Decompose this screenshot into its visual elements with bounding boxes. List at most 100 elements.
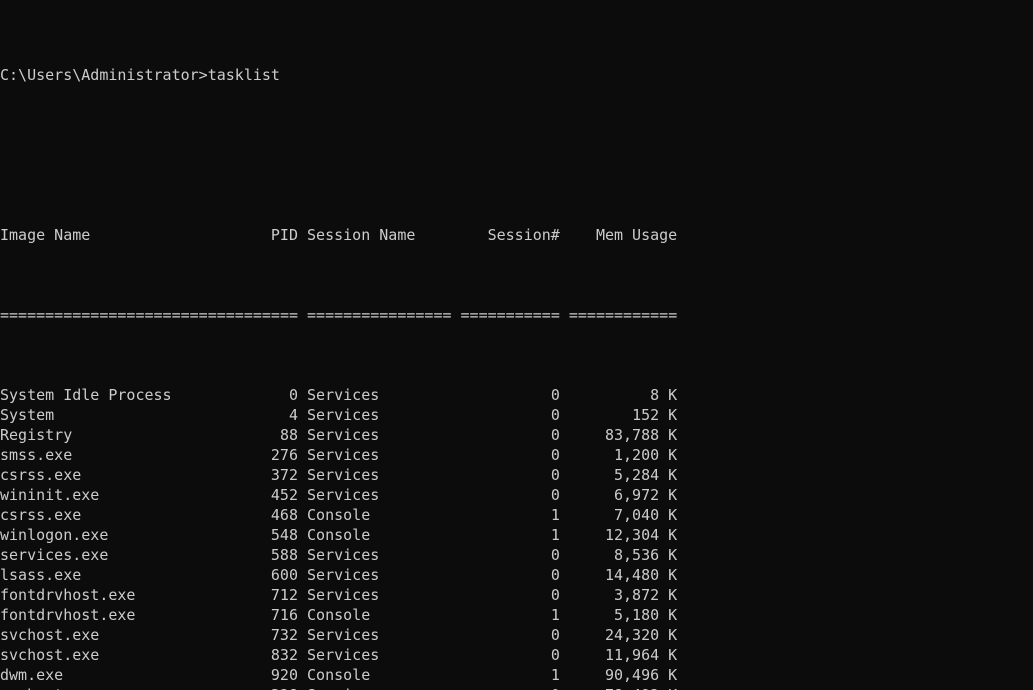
- separator-gap-3: [560, 305, 569, 325]
- cell-mem-usage: 5,284 K: [614, 466, 678, 484]
- cell-session-number: 1: [550, 666, 560, 684]
- table-row: lsass.exe 600 Services 0 14,480 K: [0, 565, 1033, 585]
- header-pid: PID: [270, 226, 298, 244]
- cell-image-name: svchost.exe: [0, 646, 100, 664]
- cell-session-name: Services: [307, 406, 380, 424]
- cell-session-name: Console: [307, 606, 371, 624]
- cell-pid: 600: [270, 566, 298, 584]
- cell-gap-3: [560, 505, 569, 525]
- cell-pid: 328: [226, 685, 298, 690]
- header-mem-usage: Mem Usage: [595, 226, 678, 244]
- cell-gap-2: [452, 625, 461, 645]
- cell-session-name: Services: [307, 386, 380, 404]
- table-row: svchost.exe 832 Services 0 11,964 K: [0, 645, 1033, 665]
- cell-session-name: Services: [307, 446, 380, 464]
- separator-mem-usage: ============: [568, 306, 678, 324]
- cell-gap-2: [452, 425, 461, 445]
- cell-session-number: 0: [550, 486, 560, 504]
- cell-session-name: Services: [307, 566, 380, 584]
- cell-pid: 588: [270, 546, 298, 564]
- cell-pid: 276: [270, 446, 298, 464]
- table-row: svchost.exe328 Services 0 78,492 K: [0, 685, 1033, 690]
- cell-gap-3: [560, 525, 569, 545]
- cell-gap-3: [560, 685, 569, 690]
- cell-image-name: fontdrvhost.exe: [0, 606, 136, 624]
- cell-mem-usage: 7,040 K: [614, 506, 678, 524]
- cell-mem-usage: 90,496 K: [604, 666, 678, 684]
- header-gap-1: [298, 225, 307, 245]
- cell-gap-3: [560, 465, 569, 485]
- cell-mem-usage: 5,180 K: [614, 606, 678, 624]
- cell-session-number: 0: [550, 386, 560, 404]
- cell-gap-3: [560, 645, 569, 665]
- process-list: System Idle Process 0 Services 0 8 K Syste…: [0, 385, 1033, 690]
- command-prompt-line: C:\Users\Administrator>tasklist: [0, 65, 1033, 85]
- header-session-name: Session Name: [307, 226, 416, 244]
- table-row: wininit.exe 452 Services 0 6,972 K: [0, 485, 1033, 505]
- header-session-number: Session#: [487, 226, 560, 244]
- cell-session-name: Console: [307, 506, 371, 524]
- cell-gap-1: [298, 605, 307, 625]
- cell-image-name: svchost.exe: [0, 626, 100, 644]
- cell-image-name: lsass.exe: [0, 566, 82, 584]
- cell-gap-3: [560, 565, 569, 585]
- terminal-screen[interactable]: C:\Users\Administrator>tasklist Image Na…: [0, 0, 1033, 690]
- cell-gap-1: [298, 525, 307, 545]
- cell-gap-1: [298, 565, 307, 585]
- cell-gap-2: [452, 645, 461, 665]
- table-row: Registry 88 Services 0 83,788 K: [0, 425, 1033, 445]
- cell-session-name: Services: [307, 626, 380, 644]
- cell-gap-3: [560, 545, 569, 565]
- cell-session-name: Services: [307, 426, 380, 444]
- cell-mem-usage: 11,964 K: [604, 646, 678, 664]
- cell-gap-2: [452, 565, 461, 585]
- cell-gap-3: [560, 385, 569, 405]
- cell-session-number: 1: [550, 606, 560, 624]
- cell-gap-2: [452, 665, 461, 685]
- cell-session-name: Services: [307, 646, 380, 664]
- cell-gap-1: [298, 625, 307, 645]
- cell-image-name: Registry: [0, 426, 73, 444]
- cell-mem-usage: 14,480 K: [604, 566, 678, 584]
- cell-gap-3: [560, 425, 569, 445]
- cell-gap-2: [452, 505, 461, 525]
- cell-image-name: services.exe: [0, 546, 109, 564]
- table-row: services.exe 588 Services 0 8,536 K: [0, 545, 1033, 565]
- cell-gap-1: [298, 545, 307, 565]
- separator-gap-1: [298, 305, 307, 325]
- cell-gap-1: [298, 485, 307, 505]
- cell-gap-2: [452, 405, 461, 425]
- cell-session-name: Services: [307, 466, 380, 484]
- cell-session-name: Console: [307, 526, 371, 544]
- cell-gap-2: [452, 445, 461, 465]
- separator-gap-2: [452, 305, 461, 325]
- cell-session-number: 0: [550, 426, 560, 444]
- cell-mem-usage: 1,200 K: [614, 446, 678, 464]
- table-row: smss.exe 276 Services 0 1,200 K: [0, 445, 1033, 465]
- cell-gap-3: [560, 485, 569, 505]
- cell-session-name: Services: [307, 685, 451, 690]
- cell-mem-usage: 8 K: [650, 386, 678, 404]
- table-row: dwm.exe 920 Console 1 90,496 K: [0, 665, 1033, 685]
- cell-gap-2: [452, 585, 461, 605]
- cell-image-name: dwm.exe: [0, 666, 64, 684]
- table-row: fontdrvhost.exe 716 Console 1 5,180 K: [0, 605, 1033, 625]
- cell-session-number: 0: [550, 646, 560, 664]
- cell-image-name: winlogon.exe: [0, 526, 109, 544]
- cell-pid: 0: [288, 386, 298, 404]
- cell-mem-usage: 152 K: [632, 406, 678, 424]
- cell-gap-1: [298, 425, 307, 445]
- cell-session-number: 0: [550, 546, 560, 564]
- cell-image-name: System Idle Process: [0, 386, 172, 404]
- cell-gap-3: [560, 605, 569, 625]
- cell-mem-usage: 83,788 K: [604, 426, 678, 444]
- cell-session-number: 1: [550, 526, 560, 544]
- separator-session-number: ===========: [460, 306, 560, 324]
- table-row: System Idle Process 0 Services 0 8 K: [0, 385, 1033, 405]
- cell-mem-usage: 78,492 K: [569, 685, 677, 690]
- cell-gap-3: [560, 625, 569, 645]
- cell-gap-2: [452, 685, 461, 690]
- cell-session-number: 0: [550, 466, 560, 484]
- cell-image-name: fontdrvhost.exe: [0, 586, 136, 604]
- cell-session-name: Services: [307, 486, 380, 504]
